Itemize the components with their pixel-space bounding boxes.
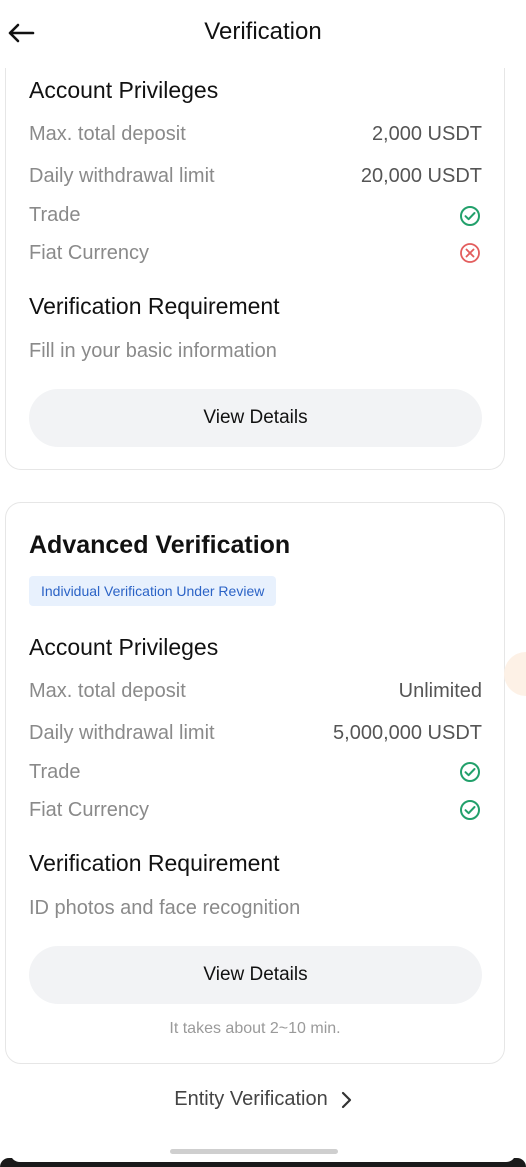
view-details-button[interactable]: View Details — [29, 946, 482, 1004]
entity-verification-link[interactable]: Entity Verification — [0, 1088, 526, 1111]
page-title: Verification — [204, 18, 322, 45]
account-privileges-heading: Account Privileges — [29, 634, 219, 660]
check-circle-icon — [460, 762, 480, 782]
status-badge: Individual Verification Under Review — [29, 576, 277, 606]
view-details-button[interactable]: View Details — [29, 389, 482, 447]
advanced-verification-title: Advanced Verification — [29, 531, 291, 559]
trade-label: Trade — [29, 204, 81, 226]
chevron-right-icon — [341, 1091, 351, 1108]
basic-verification-card: Account Privileges Max. total deposit 2,… — [5, 0, 505, 470]
verification-requirement-heading: Verification Requirement — [29, 293, 280, 319]
fiat-currency-label: Fiat Currency — [29, 242, 150, 264]
requirement-text: ID photos and face recognition — [29, 897, 301, 919]
verification-requirement-heading: Verification Requirement — [29, 850, 280, 876]
header-bar: Verification — [0, 0, 526, 68]
max-deposit-label: Max. total deposit — [29, 680, 186, 702]
daily-withdrawal-value: 20,000 USDT — [360, 165, 482, 187]
time-estimate-note: It takes about 2~10 min. — [169, 1020, 341, 1037]
fiat-currency-label: Fiat Currency — [29, 799, 150, 821]
requirement-text: Fill in your basic information — [29, 340, 277, 362]
check-circle-icon — [460, 206, 480, 226]
account-privileges-heading: Account Privileges — [29, 77, 219, 103]
max-deposit-value: Unlimited — [398, 680, 482, 702]
home-indicator[interactable] — [170, 1149, 338, 1154]
x-circle-icon — [460, 243, 480, 263]
daily-withdrawal-label: Daily withdrawal limit — [29, 165, 215, 187]
max-deposit-value: 2,000 USDT — [371, 123, 482, 145]
daily-withdrawal-label: Daily withdrawal limit — [29, 722, 215, 744]
advanced-verification-card: Advanced Verification Individual Verific… — [5, 502, 505, 1064]
trade-label: Trade — [29, 761, 81, 783]
entity-verification-label: Entity Verification — [174, 1088, 328, 1110]
max-deposit-label: Max. total deposit — [29, 123, 186, 145]
daily-withdrawal-value: 5,000,000 USDT — [333, 722, 482, 744]
check-circle-icon — [460, 800, 480, 820]
floating-decoration — [504, 652, 526, 696]
